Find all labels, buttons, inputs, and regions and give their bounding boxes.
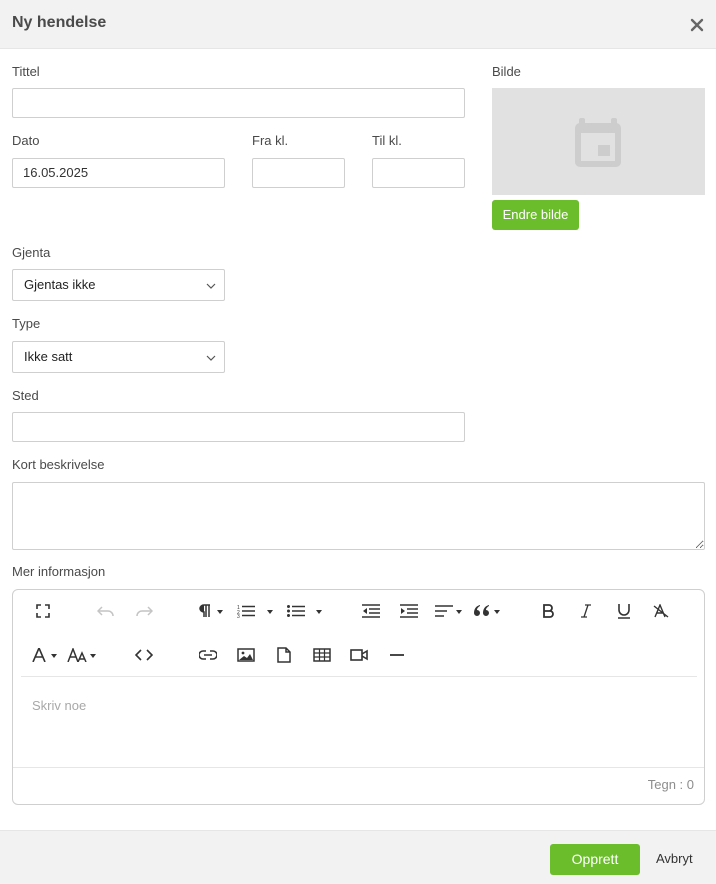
place-input[interactable] bbox=[12, 412, 465, 442]
unordered-list-icon[interactable] bbox=[285, 600, 307, 622]
caret-down-icon[interactable] bbox=[51, 654, 57, 658]
rich-text-editor: 123 Skriv noe Tegn: 0 bbox=[12, 589, 705, 805]
toolbar-divider bbox=[21, 676, 697, 677]
more-info-label: Mer informasjon bbox=[12, 564, 106, 579]
horizontal-line-icon[interactable] bbox=[386, 644, 408, 666]
caret-down-icon[interactable] bbox=[316, 610, 322, 614]
calendar-icon bbox=[575, 118, 621, 167]
image-icon[interactable] bbox=[235, 644, 257, 666]
file-icon[interactable] bbox=[273, 644, 295, 666]
code-view-icon[interactable] bbox=[133, 644, 155, 666]
short-description-textarea[interactable] bbox=[12, 482, 705, 550]
type-select-value: Ikke satt bbox=[24, 349, 73, 364]
cancel-button[interactable]: Avbryt bbox=[656, 851, 693, 866]
align-icon[interactable] bbox=[433, 600, 455, 622]
caret-down-icon[interactable] bbox=[90, 654, 96, 658]
caret-down-icon[interactable] bbox=[494, 610, 500, 614]
short-description-label: Kort beskrivelse bbox=[12, 457, 105, 472]
repeat-label: Gjenta bbox=[12, 245, 51, 260]
close-icon[interactable] bbox=[690, 14, 704, 34]
ordered-list-icon[interactable]: 123 bbox=[235, 600, 257, 622]
type-select[interactable]: Ikke satt bbox=[12, 341, 225, 373]
dialog-footer: Opprett Avbryt bbox=[0, 830, 716, 884]
underline-icon[interactable] bbox=[613, 600, 635, 622]
italic-icon[interactable] bbox=[575, 600, 597, 622]
create-button[interactable]: Opprett bbox=[550, 844, 640, 875]
outdent-icon[interactable] bbox=[360, 600, 382, 622]
editor-footer-divider bbox=[13, 767, 704, 768]
svg-text:3: 3 bbox=[237, 614, 240, 618]
font-size-icon[interactable] bbox=[66, 644, 88, 666]
undo-icon[interactable] bbox=[95, 600, 117, 622]
editor-placeholder[interactable]: Skriv noe bbox=[32, 698, 86, 713]
type-label: Type bbox=[12, 316, 41, 331]
clear-formatting-icon[interactable] bbox=[650, 600, 672, 622]
link-icon[interactable] bbox=[197, 644, 219, 666]
date-input[interactable]: 16.05.2025 bbox=[12, 158, 225, 188]
caret-down-icon[interactable] bbox=[456, 610, 462, 614]
video-icon[interactable] bbox=[348, 644, 370, 666]
caret-down-icon[interactable] bbox=[217, 610, 223, 614]
dialog-title: Ny hendelse bbox=[12, 14, 107, 31]
chevron-down-icon bbox=[206, 283, 216, 289]
quote-icon[interactable] bbox=[471, 600, 493, 622]
image-placeholder bbox=[492, 88, 705, 195]
redo-icon[interactable] bbox=[133, 600, 155, 622]
chevron-down-icon bbox=[206, 355, 216, 361]
image-label: Bilde bbox=[492, 64, 521, 79]
bold-icon[interactable] bbox=[537, 600, 559, 622]
repeat-select[interactable]: Gjentas ikke bbox=[12, 269, 225, 301]
caret-down-icon[interactable] bbox=[267, 610, 273, 614]
fullscreen-icon[interactable] bbox=[32, 600, 54, 622]
indent-icon[interactable] bbox=[398, 600, 420, 622]
text-color-icon[interactable] bbox=[28, 644, 50, 666]
to-time-input[interactable] bbox=[372, 158, 465, 188]
change-image-button[interactable]: Endre bilde bbox=[492, 200, 579, 230]
paragraph-format-icon[interactable] bbox=[194, 600, 216, 622]
repeat-select-value: Gjentas ikke bbox=[24, 277, 96, 292]
table-icon[interactable] bbox=[311, 644, 333, 666]
dialog-header: Ny hendelse bbox=[0, 0, 716, 49]
from-time-label: Fra kl. bbox=[252, 133, 289, 148]
character-counter: Tegn : 0 bbox=[647, 777, 694, 792]
title-label: Tittel bbox=[12, 64, 40, 79]
title-input[interactable] bbox=[12, 88, 465, 118]
to-time-label: Til kl. bbox=[372, 133, 402, 148]
from-time-input[interactable] bbox=[252, 158, 345, 188]
date-label: Dato bbox=[12, 133, 40, 148]
place-label: Sted bbox=[12, 388, 39, 403]
